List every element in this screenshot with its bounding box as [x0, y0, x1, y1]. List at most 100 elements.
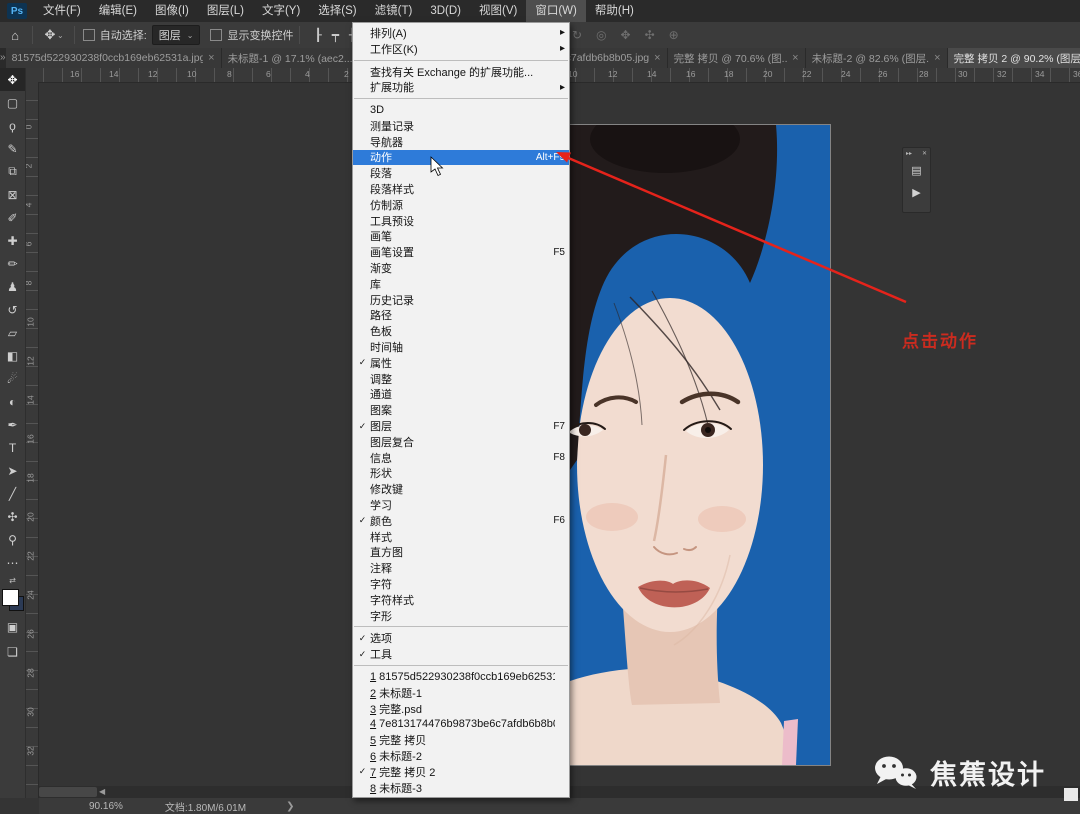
align-left-edges-icon[interactable]: ┠: [314, 28, 321, 42]
quick-mask-button[interactable]: ▣: [0, 615, 25, 638]
window-menu-item-45[interactable]: 3 完整.psd: [353, 701, 569, 717]
window-menu-item-0[interactable]: 排列(A)▸: [353, 25, 569, 41]
window-menu-item-6[interactable]: 3D: [353, 102, 569, 118]
window-menu-item-19[interactable]: 路径: [353, 308, 569, 324]
window-menu-item-27[interactable]: 图层复合: [353, 434, 569, 450]
menubar-item-5[interactable]: 选择(S): [309, 0, 365, 22]
menubar-item-2[interactable]: 图像(I): [146, 0, 198, 22]
window-menu-item-8[interactable]: 导航器: [353, 134, 569, 150]
window-menu-item-43[interactable]: 1 81575d522930238f0ccb169eb62531a.jpg: [353, 669, 569, 685]
dodge-tool[interactable]: ◐: [0, 390, 25, 413]
document-canvas[interactable]: [570, 125, 830, 765]
window-menu-item-25[interactable]: 图案: [353, 402, 569, 418]
3d-slide-icon[interactable]: ✣: [645, 28, 655, 42]
actions-panel-icon[interactable]: ▶: [905, 181, 929, 203]
menubar-item-10[interactable]: 帮助(H): [586, 0, 643, 22]
show-transform-checkbox[interactable]: [210, 29, 222, 41]
close-tab-icon[interactable]: ×: [654, 52, 660, 64]
window-menu-item-44[interactable]: 2 未标题-1: [353, 685, 569, 701]
window-menu-item-1[interactable]: 工作区(K)▸: [353, 41, 569, 57]
3d-rotate-icon[interactable]: ↻: [572, 28, 582, 42]
3d-drag-icon[interactable]: ✥: [621, 28, 631, 42]
close-icon[interactable]: ✕: [922, 150, 927, 157]
menubar-item-1[interactable]: 编辑(E): [90, 0, 146, 22]
gradient-tool[interactable]: ◧: [0, 344, 25, 367]
window-menu-item-23[interactable]: 调整: [353, 371, 569, 387]
document-tab-5[interactable]: 完整 拷贝 2 @ 90.2% (图层 3, RG: [948, 48, 1080, 68]
document-tab-3[interactable]: 完整 拷贝 @ 70.6% (图...×: [668, 48, 806, 68]
window-menu-item-11[interactable]: 段落样式: [353, 181, 569, 197]
zoom-tool[interactable]: ⚲: [0, 528, 25, 551]
menubar-item-3[interactable]: 图层(L): [198, 0, 253, 22]
window-menu-item-29[interactable]: 形状: [353, 466, 569, 482]
close-tab-icon[interactable]: ×: [934, 52, 940, 64]
window-menu-item-9[interactable]: 动作Alt+F9: [353, 150, 569, 166]
history-brush-tool[interactable]: ↺: [0, 298, 25, 321]
spot-healing-brush-tool[interactable]: ✚: [0, 229, 25, 252]
lasso-tool[interactable]: ϙ: [0, 114, 25, 137]
window-menu-item-20[interactable]: 色板: [353, 323, 569, 339]
window-menu-item-34[interactable]: 直方图: [353, 545, 569, 561]
eyedropper-tool[interactable]: ✐: [0, 206, 25, 229]
align-horizontal-centers-icon[interactable]: ┯: [332, 28, 339, 42]
window-menu-item-14[interactable]: 画笔: [353, 229, 569, 245]
window-menu-item-49[interactable]: ✓7 完整 拷贝 2: [353, 764, 569, 780]
window-menu-item-31[interactable]: 学习: [353, 497, 569, 513]
menubar-item-9[interactable]: 窗口(W): [526, 0, 586, 22]
window-menu-item-37[interactable]: 字符样式: [353, 592, 569, 608]
window-menu-item-12[interactable]: 仿制源: [353, 197, 569, 213]
status-menu-chevron-icon[interactable]: ❯: [286, 801, 294, 812]
document-tab-1[interactable]: 未标题-1 @ 17.1% (aec2...×: [222, 48, 372, 68]
move-tool[interactable]: ✥: [0, 68, 25, 91]
window-menu-item-46[interactable]: 4 7e813174476b9873be6c7afdb6b8b05.jpg: [353, 716, 569, 732]
window-menu-item-32[interactable]: ✓颜色F6: [353, 513, 569, 529]
v-ruler[interactable]: 02468101214161820222426283032: [25, 82, 39, 798]
menubar-item-4[interactable]: 文字(Y): [253, 0, 309, 22]
window-menu-item-33[interactable]: 样式: [353, 529, 569, 545]
window-menu-item-28[interactable]: 信息F8: [353, 450, 569, 466]
auto-select-checkbox[interactable]: [83, 29, 95, 41]
edit-toolbar-button[interactable]: ⋯: [0, 551, 25, 574]
scrollbar-thumb[interactable]: [39, 787, 97, 797]
window-menu-item-36[interactable]: 字符: [353, 576, 569, 592]
type-tool[interactable]: T: [0, 436, 25, 459]
close-tab-icon[interactable]: ×: [208, 52, 214, 64]
window-menu-item-18[interactable]: 历史记录: [353, 292, 569, 308]
window-menu-item-40[interactable]: ✓选项: [353, 630, 569, 646]
auto-select-dropdown[interactable]: 图层 ⌄: [152, 25, 201, 45]
window-menu-item-38[interactable]: 字形: [353, 608, 569, 624]
frame-tool[interactable]: ⊠: [0, 183, 25, 206]
document-tab-4[interactable]: 未标题-2 @ 82.6% (图层...×: [806, 48, 948, 68]
close-tab-icon[interactable]: ×: [792, 52, 798, 64]
quick-selection-tool[interactable]: ✎: [0, 137, 25, 160]
window-menu-item-35[interactable]: 注释: [353, 560, 569, 576]
window-menu-item-15[interactable]: 画笔设置F5: [353, 244, 569, 260]
line-tool[interactable]: ╱: [0, 482, 25, 505]
window-menu-item-13[interactable]: 工具预设: [353, 213, 569, 229]
document-tab-0[interactable]: 81575d522930238f0ccb169eb62531a.jpg×: [6, 48, 222, 68]
menubar-item-0[interactable]: 文件(F): [34, 0, 90, 22]
window-menu-item-10[interactable]: 段落: [353, 165, 569, 181]
window-menu-item-17[interactable]: 库: [353, 276, 569, 292]
window-menu-item-30[interactable]: 修改键: [353, 481, 569, 497]
menubar-item-6[interactable]: 滤镜(T): [366, 0, 422, 22]
window-menu-item-48[interactable]: 6 未标题-2: [353, 748, 569, 764]
foreground-color-swatch[interactable]: [2, 589, 19, 606]
zoom-level[interactable]: 90.16%: [89, 801, 123, 812]
marquee-tool[interactable]: ▢: [0, 91, 25, 114]
window-menu-item-22[interactable]: ✓属性: [353, 355, 569, 371]
smudge-tool[interactable]: ☄: [0, 367, 25, 390]
window-menu-item-16[interactable]: 渐变: [353, 260, 569, 276]
path-selection-tool[interactable]: ➤: [0, 459, 25, 482]
window-menu-item-47[interactable]: 5 完整 拷贝: [353, 732, 569, 748]
chevron-down-icon[interactable]: ⌄: [57, 31, 64, 40]
3d-scale-icon[interactable]: ⊕: [669, 28, 679, 42]
3d-roll-icon[interactable]: ◎: [596, 28, 606, 42]
crop-tool[interactable]: ⧉: [0, 160, 25, 183]
home-icon[interactable]: ⌂: [4, 28, 26, 43]
scroll-left-icon[interactable]: ◀: [99, 786, 105, 798]
screen-mode-button[interactable]: ❏: [0, 640, 25, 663]
window-menu-item-4[interactable]: 扩展功能▸: [353, 79, 569, 95]
window-menu-item-3[interactable]: 查找有关 Exchange 的扩展功能...: [353, 64, 569, 80]
expand-dock-icon[interactable]: ▸▸: [906, 150, 912, 157]
